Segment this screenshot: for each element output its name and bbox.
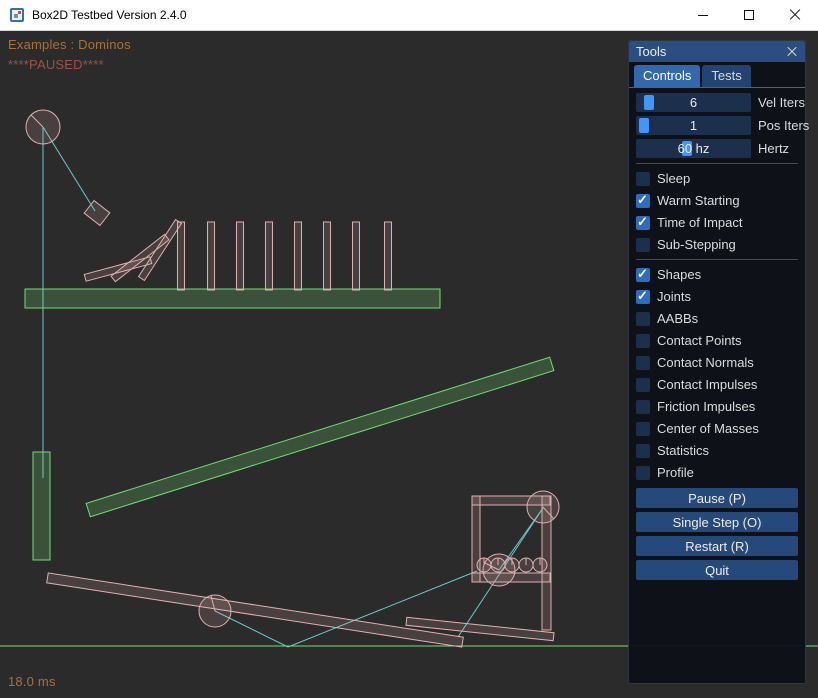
checkbox-icon xyxy=(636,444,650,458)
single-step-button[interactable]: Single Step (O) xyxy=(636,512,798,532)
checkbox-label: Sub-Stepping xyxy=(657,237,736,252)
paused-label: ****PAUSED**** xyxy=(8,57,104,72)
checkbox-label: Statistics xyxy=(657,443,709,458)
slider-value: 60 hz xyxy=(636,139,751,158)
dominoes-fallen xyxy=(84,220,181,282)
slider-value: 1 xyxy=(636,116,751,135)
tools-panel-titlebar[interactable]: Tools xyxy=(629,41,805,62)
slider-label: Vel Iters xyxy=(758,95,805,110)
checkbox-icon xyxy=(636,334,650,348)
separator xyxy=(636,163,798,164)
close-button[interactable] xyxy=(772,0,818,30)
checkbox-shapes[interactable]: Shapes xyxy=(636,265,798,284)
checkbox-time-of-impact[interactable]: Time of Impact xyxy=(636,213,798,232)
checkbox-profile[interactable]: Profile xyxy=(636,463,798,482)
checkbox-label: Time of Impact xyxy=(657,215,742,230)
pause-button[interactable]: Pause (P) xyxy=(636,488,798,508)
checkbox-contact-impulses[interactable]: Contact Impulses xyxy=(636,375,798,394)
pendulum-bob xyxy=(84,201,110,226)
checkbox-sleep[interactable]: Sleep xyxy=(636,169,798,188)
checkbox-icon xyxy=(636,194,650,208)
checkbox-icon xyxy=(636,312,650,326)
checkbox-label: Friction Impulses xyxy=(657,399,755,414)
hertz-slider[interactable]: 60 hz xyxy=(636,139,751,158)
tabbar: Controls Tests xyxy=(629,62,805,88)
checkbox-label: Shapes xyxy=(657,267,701,282)
vel-iters-slider[interactable]: 6 xyxy=(636,93,751,112)
checkbox-center-of-masses[interactable]: Center of Masses xyxy=(636,419,798,438)
diagonal-plank xyxy=(86,357,554,516)
slider-label: Hertz xyxy=(758,141,789,156)
tab-controls[interactable]: Controls xyxy=(634,65,700,87)
panel-close-icon[interactable] xyxy=(787,46,798,57)
checkbox-icon xyxy=(636,238,650,252)
app-window: { "window": { "title": "Box2D Testbed Ve… xyxy=(0,0,818,698)
checkbox-icon xyxy=(636,216,650,230)
checkbox-icon xyxy=(636,400,650,414)
pos-iters-slider[interactable]: 1 xyxy=(636,116,751,135)
checkbox-icon xyxy=(636,356,650,370)
domino-platform xyxy=(25,289,440,308)
checkbox-label: Joints xyxy=(657,289,691,304)
checkbox-contact-normals[interactable]: Contact Normals xyxy=(636,353,798,372)
minimize-button[interactable] xyxy=(680,0,726,30)
separator xyxy=(636,259,798,260)
slider-row-pos-iters: 1 Pos Iters xyxy=(636,116,798,135)
checkbox-icon xyxy=(636,172,650,186)
checkbox-aabbs[interactable]: AABBs xyxy=(636,309,798,328)
checkbox-label: Contact Points xyxy=(657,333,742,348)
checkbox-icon xyxy=(636,466,650,480)
checkbox-icon xyxy=(636,378,650,392)
checkbox-label: Center of Masses xyxy=(657,421,759,436)
checkbox-label: Profile xyxy=(657,465,694,480)
dynamic-bodies xyxy=(26,110,559,647)
checkbox-label: Sleep xyxy=(657,171,690,186)
checkbox-label: Warm Starting xyxy=(657,193,740,208)
checkbox-icon xyxy=(636,290,650,304)
seesaw-plank xyxy=(47,573,464,647)
button-stack: Pause (P) Single Step (O) Restart (R) Qu… xyxy=(636,488,798,580)
tools-panel-title: Tools xyxy=(636,44,666,59)
checkbox-joints[interactable]: Joints xyxy=(636,287,798,306)
panel-body: 6 Vel Iters 1 Pos Iters 60 hz Hertz Slee… xyxy=(629,88,805,589)
window-title: Box2D Testbed Version 2.4.0 xyxy=(32,8,187,22)
checkbox-friction-impulses[interactable]: Friction Impulses xyxy=(636,397,798,416)
maximize-icon xyxy=(744,10,754,20)
quit-button[interactable]: Quit xyxy=(636,560,798,580)
titlebar[interactable]: Box2D Testbed Version 2.4.0 xyxy=(0,0,818,31)
checkbox-icon xyxy=(636,268,650,282)
checkbox-label: Contact Normals xyxy=(657,355,754,370)
frame-time-label: 18.0 ms xyxy=(8,674,56,689)
checkbox-label: Contact Impulses xyxy=(657,377,757,392)
minimize-icon xyxy=(698,15,708,16)
dominoes-standing xyxy=(178,222,392,290)
maximize-button[interactable] xyxy=(726,0,772,30)
close-icon xyxy=(789,9,801,21)
tools-panel: Tools Controls Tests 6 Vel Iters 1 Pos I… xyxy=(628,40,806,684)
checkbox-statistics[interactable]: Statistics xyxy=(636,441,798,460)
app-icon xyxy=(9,7,25,23)
checkbox-sub-stepping[interactable]: Sub-Stepping xyxy=(636,235,798,254)
example-label: Examples : Dominos xyxy=(8,37,131,52)
checkbox-label: AABBs xyxy=(657,311,698,326)
checkbox-contact-points[interactable]: Contact Points xyxy=(636,331,798,350)
slider-value: 6 xyxy=(636,93,751,112)
checkbox-icon xyxy=(636,422,650,436)
slider-row-hertz: 60 hz Hertz xyxy=(636,139,798,158)
slider-row-vel-iters: 6 Vel Iters xyxy=(636,93,798,112)
vertical-plank xyxy=(33,452,50,560)
slider-label: Pos Iters xyxy=(758,118,809,133)
checkbox-warm-starting[interactable]: Warm Starting xyxy=(636,191,798,210)
restart-button[interactable]: Restart (R) xyxy=(636,536,798,556)
tab-tests[interactable]: Tests xyxy=(702,65,750,87)
